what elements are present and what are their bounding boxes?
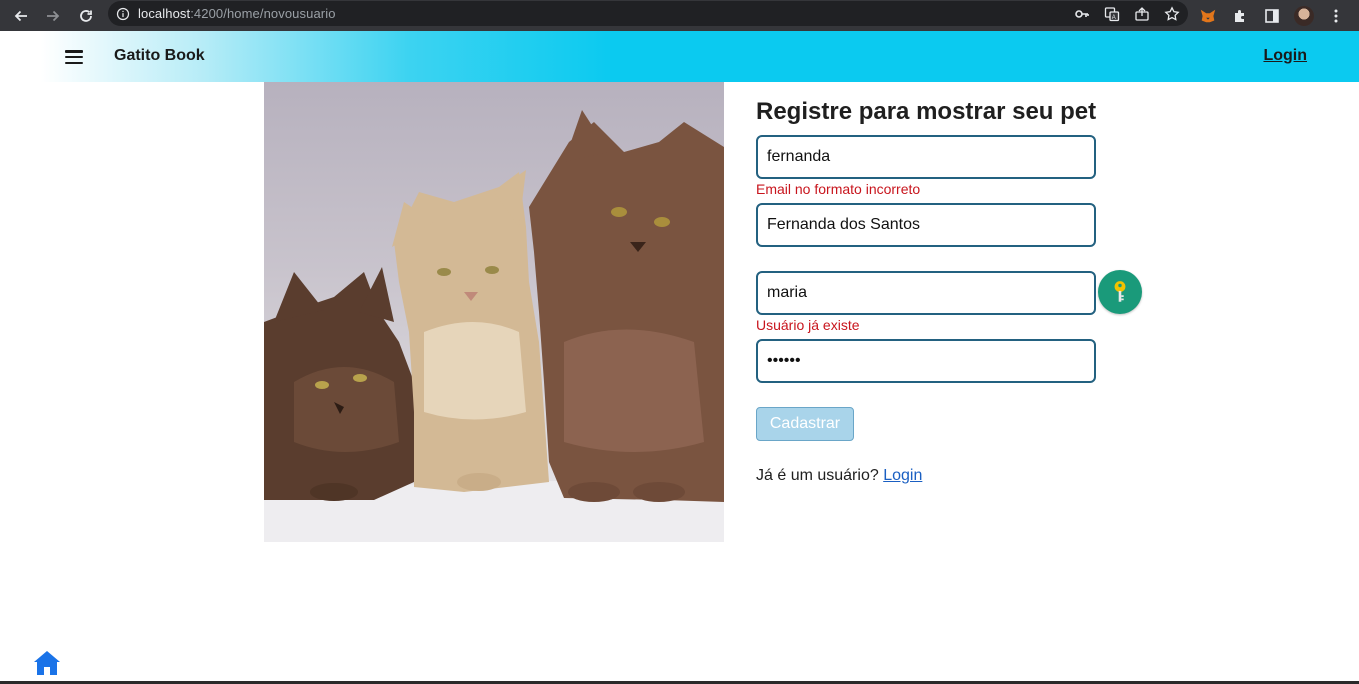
address-bar[interactable]: localhost:4200/home/novousuario A — [108, 1, 1188, 26]
app-brand[interactable]: Gatito Book — [114, 47, 205, 65]
email-field[interactable]: fernanda — [756, 135, 1096, 179]
reload-icon — [80, 9, 92, 22]
url-host: localhost — [138, 6, 191, 21]
full-name-value: Fernanda dos Santos — [767, 216, 920, 233]
already-user-line: Já é um usuário? Login — [756, 467, 922, 485]
browser-toolbar: localhost:4200/home/novousuario A — [0, 0, 1359, 31]
chrome-menu-icon[interactable] — [1326, 6, 1346, 26]
translate-icon[interactable]: A — [1104, 6, 1120, 22]
home-icon[interactable] — [32, 649, 62, 676]
side-panel-icon[interactable] — [1262, 6, 1282, 26]
url-text: localhost:4200/home/novousuario — [138, 6, 336, 21]
full-name-field[interactable]: Fernanda dos Santos — [756, 203, 1096, 247]
back-arrow-icon — [14, 10, 27, 21]
svg-text:A: A — [1112, 15, 1116, 21]
key-icon[interactable] — [1074, 6, 1090, 22]
url-path: :4200/home/novousuario — [190, 6, 336, 21]
login-link[interactable]: Login — [883, 467, 922, 484]
password-value: •••••• — [767, 352, 801, 369]
form-title: Registre para mostrar seu pet — [756, 98, 1097, 125]
header-login-link[interactable]: Login — [1263, 47, 1307, 65]
profile-avatar[interactable] — [1294, 5, 1314, 26]
metamask-fox-icon[interactable] — [1198, 6, 1218, 26]
cats-photo — [264, 82, 724, 542]
extensions-puzzle-icon[interactable] — [1230, 6, 1250, 26]
username-value: maria — [767, 284, 808, 301]
email-value: fernanda — [767, 148, 831, 165]
key-icon[interactable] — [1098, 270, 1142, 314]
email-error: Email no formato incorreto — [756, 181, 921, 197]
back-button[interactable] — [5, 0, 37, 31]
hamburger-menu-icon[interactable] — [64, 47, 84, 67]
forward-arrow-icon — [47, 10, 60, 21]
username-error: Usuário já existe — [756, 317, 860, 333]
register-button[interactable]: Cadastrar — [756, 407, 854, 441]
username-field[interactable]: maria — [756, 271, 1096, 315]
reload-button[interactable] — [70, 0, 102, 31]
site-info-icon[interactable] — [108, 7, 138, 21]
share-icon[interactable] — [1134, 6, 1150, 22]
password-field[interactable]: •••••• — [756, 339, 1096, 383]
already-user-text: Já é um usuário? — [756, 467, 879, 484]
bookmark-star-icon[interactable] — [1164, 5, 1180, 22]
forward-button[interactable] — [37, 0, 69, 31]
app-header: Gatito Book Login — [0, 31, 1359, 82]
